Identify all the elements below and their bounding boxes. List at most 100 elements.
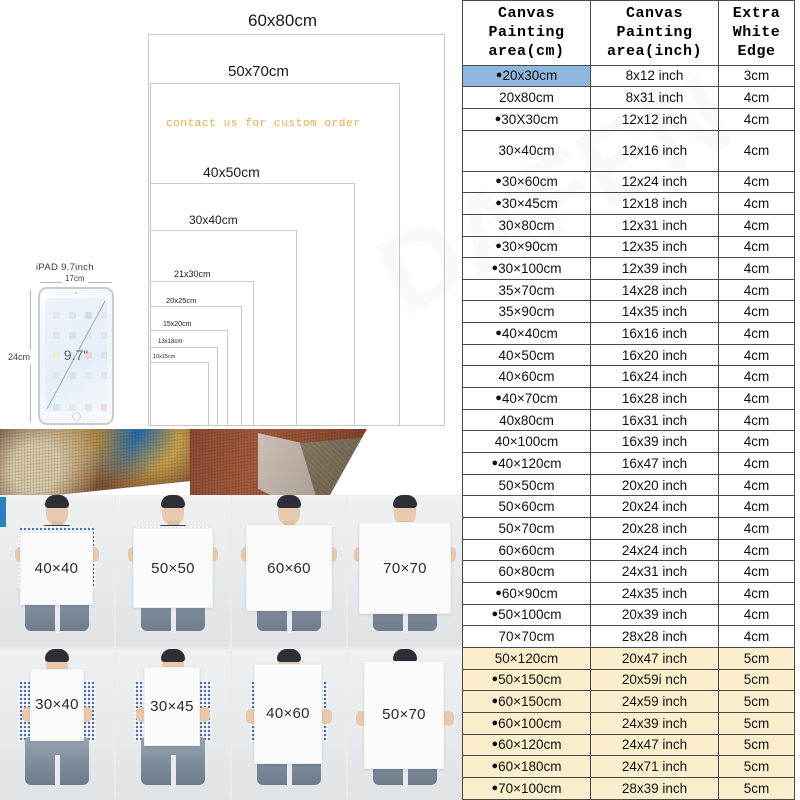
- bullet-icon: ●: [491, 456, 499, 469]
- cell-extra-edge: 4cm: [718, 300, 795, 324]
- table-row[interactable]: ●40×40cm 16x16 inch 4cm: [462, 322, 795, 345]
- cell-extra-edge: 4cm: [718, 213, 795, 237]
- table-row[interactable]: ●30×100cm 12x39 inch 4cm: [462, 257, 795, 280]
- cell-size-cm: 30×40cm: [462, 129, 591, 172]
- cell-extra-edge: 4cm: [718, 343, 795, 367]
- table-row[interactable]: 40x80cm 16x31 inch 4cm: [462, 408, 795, 432]
- table-row[interactable]: 35×70cm 14x28 inch 4cm: [462, 278, 795, 302]
- photo-cell: 60×60: [232, 495, 346, 647]
- table-row[interactable]: 40×50cm 16x20 inch 4cm: [462, 343, 795, 367]
- cell-size-inch: 16x31 inch: [590, 408, 719, 432]
- bullet-icon: ●: [491, 608, 499, 621]
- cell-extra-edge: 4cm: [718, 452, 795, 475]
- bullet-icon: ●: [495, 391, 502, 404]
- table-row[interactable]: ●60×180cm 24x71 inch 5cm: [462, 755, 795, 778]
- table-row[interactable]: ●30X30cm 12x12 inch 4cm: [462, 107, 795, 131]
- photo-cell: 70×70: [348, 495, 462, 647]
- table-row[interactable]: 40×100cm 16x39 inch 4cm: [462, 430, 795, 454]
- canvas-size-table: Canvas Painting area(cm) Canvas Painting…: [462, 0, 795, 800]
- bullet-icon: ●: [491, 695, 499, 708]
- cell-size-inch: 14x35 inch: [590, 300, 719, 324]
- ipad-screen: 9.7": [45, 298, 107, 412]
- bullet-icon: ●: [491, 760, 499, 773]
- cell-size-inch: 20x20 inch: [590, 473, 719, 497]
- photo-left-blue-edge: [0, 497, 6, 527]
- table-row[interactable]: ●50×100cm 20x39 inch 4cm: [462, 603, 795, 627]
- table-row[interactable]: 60×60cm 24x24 inch 4cm: [462, 538, 795, 562]
- cell-size-cm: ●20x30cm: [462, 64, 591, 88]
- cell-extra-edge: 5cm: [718, 776, 795, 800]
- table-row[interactable]: ●50×150cm 20x59i nch 5cm: [462, 668, 795, 692]
- table-row[interactable]: ●70×100cm 28x39 inch 5cm: [462, 776, 795, 800]
- photo-cell: 50×50: [116, 495, 230, 647]
- bullet-icon: ●: [491, 781, 499, 794]
- table-row[interactable]: ●30×90cm 12x35 inch 4cm: [462, 235, 795, 259]
- table-row[interactable]: ●40×70cm 16x28 inch 4cm: [462, 387, 795, 410]
- cell-size-cm: 50×50cm: [462, 473, 591, 497]
- cell-size-cm: ●30×60cm: [462, 170, 591, 194]
- cell-size-cm: 40×100cm: [462, 430, 591, 454]
- cell-size-inch: 16x28 inch: [590, 387, 719, 410]
- cell-size-cm: ●40×70cm: [462, 387, 591, 410]
- cell-size-cm: 60×80cm: [462, 560, 591, 583]
- table-row[interactable]: ●60×100cm 24x39 inch 5cm: [462, 711, 795, 735]
- size-box-label-30x40: 30x40cm: [189, 213, 238, 227]
- table-header-row: Canvas Painting area(cm) Canvas Painting…: [462, 0, 795, 66]
- table-row[interactable]: 30×80cm 12x31 inch 4cm: [462, 213, 795, 237]
- cell-size-cm: 50×70cm: [462, 517, 591, 540]
- canvas-size-label: 40×60: [266, 705, 310, 722]
- ipad-reference: iPAD 9.7inch 17cm 24cm 9.7": [6, 262, 124, 427]
- size-box-label-10x15: 10x15cm: [153, 354, 176, 360]
- table-row[interactable]: ●40×120cm 16x47 inch 4cm: [462, 452, 795, 475]
- table-row[interactable]: 50×70cm 20x28 inch 4cm: [462, 517, 795, 540]
- table-row[interactable]: ●60×90cm 24x35 inch 4cm: [462, 582, 795, 605]
- canvas-size-label: 30×45: [150, 697, 194, 715]
- cell-size-inch: 12x35 inch: [590, 235, 719, 259]
- table-row[interactable]: 50×50cm 20x20 inch 4cm: [462, 473, 795, 497]
- table-row[interactable]: ●20x30cm 8x12 inch 3cm: [462, 64, 795, 88]
- cell-size-inch: 24x35 inch: [590, 582, 719, 605]
- table-row[interactable]: 50×60cm 20x24 inch 4cm: [462, 495, 795, 519]
- ipad-height-label: 24cm: [6, 350, 33, 364]
- cell-size-inch: 28x28 inch: [590, 625, 719, 648]
- cell-size-inch: 12x12 inch: [590, 107, 719, 131]
- table-row[interactable]: 30×40cm 12x16 inch 4cm: [462, 129, 795, 172]
- bullet-icon: ●: [491, 738, 499, 751]
- table-row[interactable]: 60×80cm 24x31 inch 4cm: [462, 560, 795, 583]
- held-canvas: 30×40: [30, 668, 84, 741]
- table-row[interactable]: 70×70cm 28x28 inch 4cm: [462, 625, 795, 648]
- cell-size-inch: 24x24 inch: [590, 538, 719, 562]
- cell-extra-edge: 4cm: [718, 538, 795, 562]
- cell-size-cm: 40x80cm: [462, 408, 591, 432]
- header-extra-white-edge: Extra White Edge: [718, 0, 795, 66]
- cell-extra-edge: 5cm: [718, 711, 795, 735]
- ipad-width-label: 17cm: [62, 274, 88, 283]
- bullet-icon: ●: [495, 175, 502, 188]
- size-box-label-13x18: 13x18cm: [158, 339, 183, 345]
- table-row[interactable]: 20x80cm 8x31 inch 4cm: [462, 86, 795, 109]
- model-photo-grid: 40×40 50×50 60×60 70×70 30×40 30×45 40×6…: [0, 495, 462, 800]
- table-row[interactable]: 40×60cm 16x24 inch 4cm: [462, 365, 795, 389]
- cell-extra-edge: 4cm: [718, 473, 795, 497]
- table-row[interactable]: ●60×150cm 24x59 inch 5cm: [462, 690, 795, 713]
- table-row[interactable]: ●30×45cm 12x18 inch 4cm: [462, 192, 795, 215]
- cell-size-cm: ●30×90cm: [462, 235, 591, 259]
- cell-size-inch: 12x18 inch: [590, 192, 719, 215]
- table-row[interactable]: 35×90cm 14x35 inch 4cm: [462, 300, 795, 324]
- cell-extra-edge: 4cm: [718, 192, 795, 215]
- cell-size-cm: ●50×100cm: [462, 603, 591, 627]
- cell-size-inch: 20x59i nch: [590, 668, 719, 692]
- canvas-size-label: 50×50: [151, 559, 195, 577]
- cell-size-inch: 24x39 inch: [590, 711, 719, 735]
- cell-extra-edge: 4cm: [718, 322, 795, 345]
- cell-size-cm: ●50×150cm: [462, 668, 591, 692]
- cell-size-cm: 70×70cm: [462, 625, 591, 648]
- bullet-icon: ●: [495, 326, 502, 339]
- cell-size-inch: 24x59 inch: [590, 690, 719, 713]
- table-row[interactable]: ●60×120cm 24x47 inch 5cm: [462, 733, 795, 757]
- table-row[interactable]: 50×120cm 20x47 inch 5cm: [462, 646, 795, 670]
- cell-extra-edge: 4cm: [718, 86, 795, 109]
- table-row[interactable]: ●30×60cm 12x24 inch 4cm: [462, 170, 795, 194]
- cell-size-cm: ●60×100cm: [462, 711, 591, 735]
- cell-size-inch: 16x39 inch: [590, 430, 719, 454]
